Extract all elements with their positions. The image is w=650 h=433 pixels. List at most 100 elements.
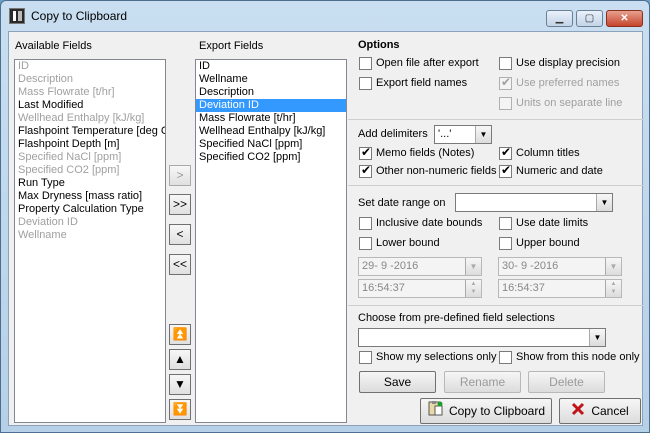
numeric-date-checkbox[interactable] xyxy=(499,163,512,178)
copy-to-clipboard-label: Copy to Clipboard xyxy=(448,404,546,418)
delimiters-label: Add delimiters xyxy=(358,128,428,140)
lower-bound-label: Lower bound xyxy=(376,237,440,249)
save-button[interactable]: Save xyxy=(359,371,436,393)
clipboard-icon xyxy=(427,400,443,424)
cancel-label: Cancel xyxy=(591,404,629,418)
other-non-numeric-checkbox[interactable] xyxy=(359,163,372,178)
spinner-icon: ▲ ▼ xyxy=(465,280,481,297)
preferred-names-label: Use preferred names xyxy=(516,77,620,89)
display-precision-label: Use display precision xyxy=(516,57,620,69)
move-top-button[interactable]: ⏫ xyxy=(169,324,191,345)
lower-time-spinner[interactable]: 16:54:37 ▲ ▼ xyxy=(358,279,482,298)
upper-date-picker[interactable]: 30- 9 -2016 ▼ xyxy=(498,257,622,276)
available-field-item[interactable]: Specified CO2 [ppm] xyxy=(15,164,165,177)
dialog-body: Available Fields ID Description Mass Flowr… xyxy=(8,31,644,426)
chevron-down-icon: ▼ xyxy=(465,258,481,275)
column-titles-label: Column titles xyxy=(516,147,580,159)
preferred-names-checkbox[interactable] xyxy=(499,75,512,90)
inclusive-bounds-checkbox[interactable] xyxy=(359,217,372,230)
available-field-item[interactable]: Specified NaCl [ppm] xyxy=(15,151,165,164)
chevron-down-icon: ▼ xyxy=(475,126,491,143)
move-up-button[interactable]: ▲ xyxy=(169,349,191,370)
display-precision-checkbox[interactable] xyxy=(499,57,512,70)
spinner-icon: ▲ ▼ xyxy=(605,280,621,297)
maximize-button[interactable]: ▢ xyxy=(576,10,603,27)
available-field-item[interactable]: Max Dryness [mass ratio] xyxy=(15,190,165,203)
arrow-up-icon: ▲ xyxy=(174,352,186,366)
predefined-select[interactable]: ▼ xyxy=(358,328,606,347)
this-node-label: Show from this node only xyxy=(516,351,640,363)
remove-field-button[interactable]: < xyxy=(169,224,191,245)
move-bottom-button[interactable]: ⏬ xyxy=(169,399,191,420)
upper-time-spinner[interactable]: 16:54:37 ▲ ▼ xyxy=(498,279,622,298)
move-down-button[interactable]: ▼ xyxy=(169,374,191,395)
window-title: Copy to Clipboard xyxy=(31,9,128,23)
available-field-item[interactable]: Deviation ID xyxy=(15,216,165,229)
export-field-item[interactable]: Mass Flowrate [t/hr] xyxy=(196,112,346,125)
available-field-item[interactable]: Wellhead Enthalpy [kJ/kg] xyxy=(15,112,165,125)
divider xyxy=(348,119,644,120)
upper-date-value: 30- 9 -2016 xyxy=(502,260,559,272)
export-field-item[interactable]: Description xyxy=(196,86,346,99)
export-field-item[interactable]: Specified CO2 [ppm] xyxy=(196,151,346,164)
units-separate-checkbox[interactable] xyxy=(499,97,512,110)
my-selections-label: Show my selections only xyxy=(376,351,497,363)
delimiters-select[interactable]: '...' ▼ xyxy=(434,125,492,144)
add-all-fields-button[interactable]: >> xyxy=(169,194,191,215)
delete-button[interactable]: Delete xyxy=(528,371,605,393)
remove-all-fields-button[interactable]: << xyxy=(169,254,191,275)
export-field-item[interactable]: Wellhead Enthalpy [kJ/kg] xyxy=(196,125,346,138)
my-selections-checkbox[interactable] xyxy=(359,351,372,364)
divider xyxy=(348,185,644,186)
use-date-limits-checkbox[interactable] xyxy=(499,217,512,230)
available-fields-list[interactable]: ID Description Mass Flowrate [t/hr] Last Mo… xyxy=(14,59,166,423)
dialog-window: Copy to Clipboard ▁ ▢ ✕ Available Fields… xyxy=(0,0,650,433)
chevron-down-icon: ▼ xyxy=(589,329,605,346)
memo-fields-checkbox[interactable] xyxy=(359,145,372,160)
predefined-label: Choose from pre-defined field selections xyxy=(358,312,555,324)
available-field-item[interactable]: Mass Flowrate [t/hr] xyxy=(15,86,165,99)
export-field-names-checkbox[interactable] xyxy=(359,77,372,90)
export-field-item[interactable]: Specified NaCl [ppm] xyxy=(196,138,346,151)
available-field-item[interactable]: Description xyxy=(15,73,165,86)
add-field-button[interactable]: > xyxy=(169,165,191,186)
title-bar[interactable]: Copy to Clipboard ▁ ▢ ✕ xyxy=(1,1,649,31)
available-field-item[interactable]: Property Calculation Type xyxy=(15,203,165,216)
export-field-item[interactable]: ID xyxy=(196,60,346,73)
lower-bound-checkbox[interactable] xyxy=(359,237,372,250)
copy-to-clipboard-button[interactable]: Copy to Clipboard xyxy=(420,398,552,424)
export-fields-list[interactable]: ID Wellname Description Deviation ID Mass Fl… xyxy=(195,59,347,423)
available-field-item[interactable]: ID xyxy=(15,60,165,73)
arrow-down-icon: ▼ xyxy=(174,377,186,391)
close-icon: ✕ xyxy=(620,13,629,24)
export-field-item[interactable]: Wellname xyxy=(196,73,346,86)
app-icon xyxy=(9,8,25,24)
export-field-item[interactable]: Deviation ID xyxy=(196,99,346,112)
open-file-checkbox[interactable] xyxy=(359,57,372,70)
open-file-label: Open file after export xyxy=(376,57,479,69)
available-field-item[interactable]: Wellname xyxy=(15,229,165,242)
available-field-item[interactable]: Run Type xyxy=(15,177,165,190)
this-node-checkbox[interactable] xyxy=(499,351,512,364)
numeric-date-label: Numeric and date xyxy=(516,165,603,177)
available-field-item[interactable]: Last Modified xyxy=(15,99,165,112)
cancel-button[interactable]: Cancel xyxy=(559,398,641,424)
inclusive-bounds-label: Inclusive date bounds xyxy=(376,217,483,229)
available-field-item[interactable]: Flashpoint Temperature [deg C] xyxy=(15,125,165,138)
chevron-down-icon: ▼ xyxy=(596,194,612,211)
lower-date-picker[interactable]: 29- 9 -2016 ▼ xyxy=(358,257,482,276)
units-separate-label: Units on separate line xyxy=(516,97,623,109)
available-field-item[interactable]: Flashpoint Depth [m] xyxy=(15,138,165,151)
rename-button[interactable]: Rename xyxy=(444,371,521,393)
minimize-button[interactable]: ▁ xyxy=(546,10,573,27)
minimize-icon: ▁ xyxy=(555,13,564,24)
divider xyxy=(348,305,644,306)
close-button[interactable]: ✕ xyxy=(606,10,643,27)
maximize-icon: ▢ xyxy=(584,13,595,24)
use-date-limits-label: Use date limits xyxy=(516,217,589,229)
memo-fields-label: Memo fields (Notes) xyxy=(376,147,475,159)
upper-bound-checkbox[interactable] xyxy=(499,237,512,250)
options-heading: Options xyxy=(358,39,400,51)
column-titles-checkbox[interactable] xyxy=(499,145,512,160)
date-range-select[interactable]: ▼ xyxy=(455,193,613,212)
